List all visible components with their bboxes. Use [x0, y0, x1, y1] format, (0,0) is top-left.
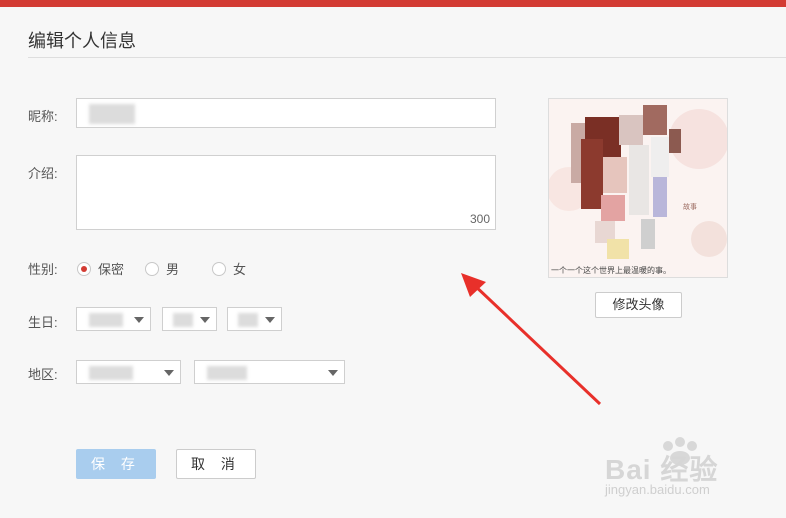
save-button[interactable]: 保 存 [76, 449, 156, 479]
watermark-url: jingyan.baidu.com [605, 482, 710, 497]
cancel-button[interactable]: 取 消 [176, 449, 256, 479]
